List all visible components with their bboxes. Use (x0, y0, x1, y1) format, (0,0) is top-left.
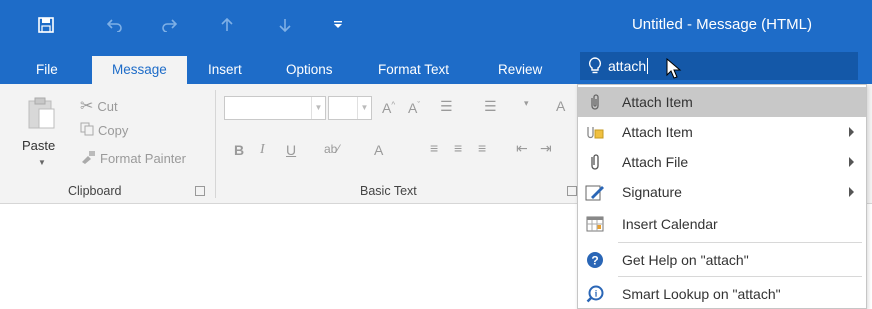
tab-file[interactable]: File (24, 56, 70, 84)
menu-item-label: Attach Item (622, 124, 693, 140)
down-arrow-icon[interactable] (276, 14, 294, 36)
window-title: Untitled - Message (HTML) (631, 16, 812, 33)
chevron-right-icon (849, 157, 854, 167)
bold-button[interactable]: B (234, 142, 244, 158)
paperclip-icon (584, 151, 606, 173)
align-right-icon[interactable]: ≡ (478, 140, 486, 156)
menu-item-smart-lookup[interactable]: i Smart Lookup on "attach" (578, 279, 866, 309)
chevron-down-icon[interactable]: ▼ (357, 97, 371, 119)
smart-lookup-icon: i (584, 283, 606, 305)
menu-item-attach-item[interactable]: Attach Item (578, 87, 866, 117)
tab-review[interactable]: Review (486, 56, 554, 84)
calendar-icon (584, 213, 606, 235)
copy-icon (80, 122, 94, 139)
menu-item-label: Get Help on "attach" (622, 252, 749, 268)
menu-item-signature[interactable]: Signature (578, 177, 866, 207)
clipboard-group-label: Clipboard (68, 184, 122, 198)
format-painter-label: Format Painter (100, 151, 186, 166)
menu-item-label: Attach File (622, 154, 689, 170)
basic-text-dialog-launcher[interactable] (567, 186, 577, 196)
menu-item-attach-item-sub[interactable]: Attach Item (578, 117, 866, 147)
format-painter-button[interactable]: Format Painter (80, 150, 186, 167)
font-size-combo[interactable]: ▼ (328, 96, 372, 120)
font-color-button[interactable]: A (374, 142, 383, 158)
tab-format-text[interactable]: Format Text (366, 56, 461, 84)
decrease-indent-icon[interactable]: ⇤ (516, 140, 528, 157)
tab-insert[interactable]: Insert (196, 56, 254, 84)
shrink-font-icon[interactable]: Aˇ (408, 100, 420, 116)
copy-label: Copy (98, 123, 129, 138)
chevron-down-icon[interactable]: ▾ (524, 98, 529, 109)
tab-options[interactable]: Options (274, 56, 345, 84)
menu-separator (618, 276, 862, 277)
attach-item-icon (584, 121, 606, 143)
tell-me-search-box[interactable]: attach (580, 52, 858, 80)
save-icon[interactable] (36, 14, 56, 36)
menu-item-get-help[interactable]: ? Get Help on "attach" (578, 245, 866, 275)
menu-item-insert-calendar[interactable]: Insert Calendar (578, 209, 866, 239)
bullets-icon[interactable]: ☰ (440, 98, 453, 115)
font-name-combo[interactable]: ▼ (224, 96, 326, 120)
paste-dropdown-icon[interactable]: ▼ (38, 158, 46, 167)
clipboard-dialog-launcher[interactable] (195, 186, 205, 196)
menu-item-label: Smart Lookup on "attach" (622, 286, 781, 302)
clipboard-icon (28, 97, 55, 129)
tab-message[interactable]: Message (92, 56, 187, 86)
group-separator (215, 90, 216, 198)
increase-indent-icon[interactable]: ⇥ (540, 140, 552, 157)
up-arrow-icon[interactable] (218, 14, 236, 36)
cut-button[interactable]: ✂ Cut (80, 96, 118, 116)
help-icon: ? (584, 249, 606, 271)
paperclip-icon (584, 91, 606, 113)
numbering-icon[interactable]: ☰ (484, 98, 497, 115)
align-center-icon[interactable]: ≡ (454, 140, 462, 156)
chevron-right-icon (849, 127, 854, 137)
clear-formatting-icon[interactable]: A (556, 98, 565, 114)
signature-icon (584, 181, 606, 203)
scissors-icon: ✂ (80, 98, 94, 115)
undo-icon[interactable] (104, 14, 126, 36)
menu-item-label: Insert Calendar (622, 216, 718, 232)
customize-qat-icon[interactable] (330, 14, 346, 36)
underline-button[interactable]: U (286, 142, 296, 158)
menu-separator (618, 242, 862, 243)
chevron-down-icon[interactable]: ▼ (311, 97, 325, 119)
chevron-right-icon (849, 187, 854, 197)
menu-item-label: Signature (622, 184, 682, 200)
svg-text:i: i (595, 289, 598, 299)
paste-button[interactable]: Paste ▼ (20, 92, 66, 178)
svg-text:?: ? (591, 254, 598, 268)
tell-me-results-menu: Attach Item Attach Item Attach File Sign… (577, 84, 867, 309)
mouse-cursor-icon (666, 57, 682, 83)
redo-icon[interactable] (158, 14, 180, 36)
menu-item-attach-file[interactable]: Attach File (578, 147, 866, 177)
grow-font-icon[interactable]: A^ (382, 100, 395, 116)
title-bar: Untitled - Message (HTML) (0, 0, 872, 50)
basic-text-group-label: Basic Text (360, 184, 417, 198)
menu-item-label: Attach Item (622, 94, 693, 110)
cut-label: Cut (97, 98, 118, 114)
format-painter-icon (80, 150, 96, 167)
paste-label: Paste (22, 138, 56, 153)
italic-button[interactable]: I (260, 142, 265, 158)
copy-button[interactable]: Copy (80, 122, 128, 139)
lightbulb-icon (588, 57, 602, 75)
search-input[interactable]: attach (608, 58, 646, 74)
text-caret (647, 58, 649, 74)
align-left-icon[interactable]: ≡ (430, 140, 438, 156)
highlight-icon[interactable]: ab⁄ (324, 142, 339, 156)
